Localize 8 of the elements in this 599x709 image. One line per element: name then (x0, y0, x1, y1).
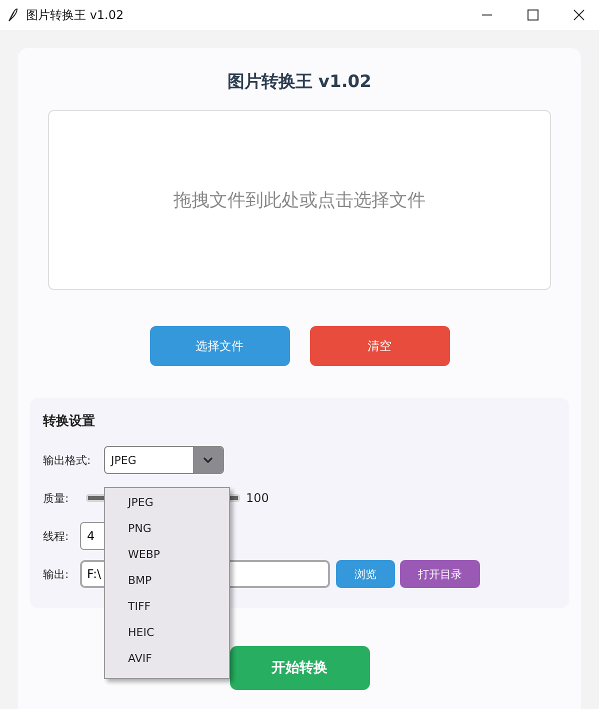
field-label: 线程: (43, 528, 70, 544)
quality-value: 100 (246, 491, 269, 505)
field-label: 输出格式: (43, 452, 92, 468)
app-heading: 图片转换王 v1.02 (226, 71, 372, 94)
section-title: 转换设置 (43, 413, 96, 430)
field-label: 输出: (43, 566, 70, 582)
window-title: 图片转换王 v1.02 (26, 6, 124, 24)
field-label: 质量: (43, 490, 70, 506)
